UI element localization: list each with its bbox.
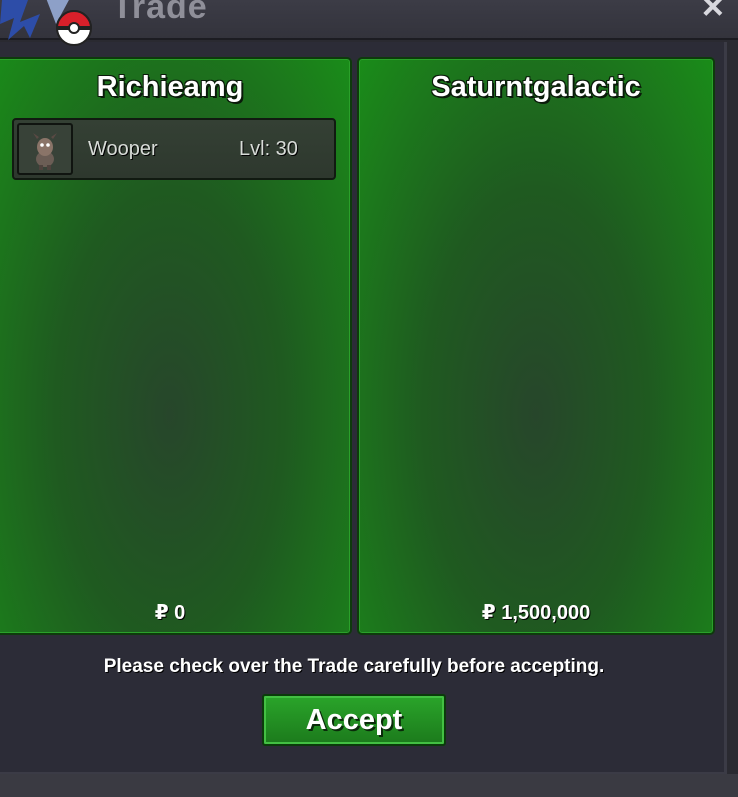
trade-notice: Please check over the Trade carefully be… (103, 656, 605, 677)
window-title: Trade (112, 0, 208, 26)
left-money-offer: ₽ 0 (154, 602, 186, 624)
close-icon[interactable]: × (702, 0, 724, 26)
trade-item-row[interactable]: Wooper Lvl: 30 (12, 118, 336, 180)
pokemon-sprite-icon (17, 123, 73, 175)
right-player-name: Saturntgalactic (431, 71, 641, 103)
item-name: Wooper (88, 138, 158, 160)
left-trade-panel: Richieamg Wooper Lvl: 30 ₽ 0 (0, 57, 352, 635)
title-bar: Trade × (0, 0, 738, 46)
window-bottom-strip (0, 774, 738, 797)
trade-screen: Trade × Richieamg Wooper Lvl: 30 ₽ 0 Sat… (0, 0, 738, 797)
right-money-offer: ₽ 1,500,000 (481, 602, 591, 624)
pokeball-logo-icon (0, 0, 93, 46)
right-trade-panel: Saturntgalactic ₽ 1,500,000 (357, 57, 715, 635)
item-level: Lvl: 30 (239, 138, 298, 160)
left-player-name: Richieamg (96, 71, 244, 103)
accept-button[interactable]: Accept (262, 694, 446, 746)
